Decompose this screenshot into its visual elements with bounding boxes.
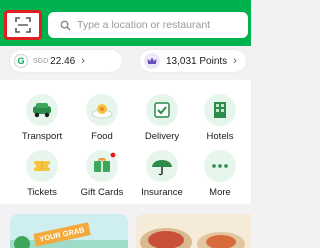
- search-input[interactable]: Type a location or restaurant: [48, 12, 248, 38]
- gift-card-icon: [86, 150, 118, 182]
- service-more[interactable]: More: [190, 150, 250, 198]
- hotel-icon: [204, 94, 236, 126]
- account-summary: G SGD 22.46 › 13,031 Points ›: [0, 46, 251, 76]
- service-label: Tickets: [27, 187, 57, 198]
- service-label: Insurance: [141, 187, 183, 198]
- service-gift-cards[interactable]: Gift Cards: [72, 150, 132, 198]
- service-label: More: [209, 187, 231, 198]
- search-placeholder: Type a location or restaurant: [77, 19, 211, 31]
- more-icon: [204, 150, 236, 182]
- wallet-balance-button[interactable]: G SGD 22.46 ›: [10, 50, 122, 72]
- chevron-right-icon: ›: [81, 55, 85, 67]
- crown-icon: [144, 53, 160, 69]
- points-button[interactable]: 13,031 Points ›: [140, 50, 246, 72]
- service-insurance[interactable]: Insurance: [132, 150, 192, 198]
- chevron-right-icon: ›: [233, 55, 237, 67]
- wallet-amount: 22.46: [50, 55, 76, 67]
- food-icon: [86, 94, 118, 126]
- car-icon: [26, 94, 58, 126]
- food-photo: [140, 228, 245, 248]
- promo-card-left[interactable]: YOUR GRAB: [10, 214, 128, 248]
- service-delivery[interactable]: Delivery: [132, 94, 192, 142]
- points-label: 13,031 Points: [166, 55, 228, 67]
- service-food[interactable]: Food: [72, 94, 132, 142]
- insurance-icon: [146, 150, 178, 182]
- service-label: Hotels: [206, 131, 234, 142]
- service-tickets[interactable]: Tickets: [12, 150, 72, 198]
- search-icon: [60, 20, 71, 31]
- service-transport[interactable]: Transport: [12, 94, 72, 142]
- ticket-icon: [26, 150, 58, 182]
- service-label: Transport: [21, 131, 63, 142]
- scan-button[interactable]: [4, 10, 42, 40]
- scan-icon: [15, 17, 31, 33]
- service-label: Gift Cards: [80, 187, 124, 198]
- home-screen: Type a location or restaurant G SGD 22.4…: [0, 0, 251, 248]
- wallet-currency: SGD: [33, 57, 49, 65]
- services-grid: Transport Food Delivery Hotels Tickets G…: [0, 80, 251, 204]
- service-hotels[interactable]: Hotels: [190, 94, 250, 142]
- delivery-icon: [146, 94, 178, 126]
- service-label: Food: [91, 131, 113, 142]
- service-label: Delivery: [144, 131, 180, 142]
- grabpay-badge-icon: G: [14, 54, 28, 68]
- promo-card-right[interactable]: [136, 214, 251, 248]
- top-bar: Type a location or restaurant: [0, 0, 251, 46]
